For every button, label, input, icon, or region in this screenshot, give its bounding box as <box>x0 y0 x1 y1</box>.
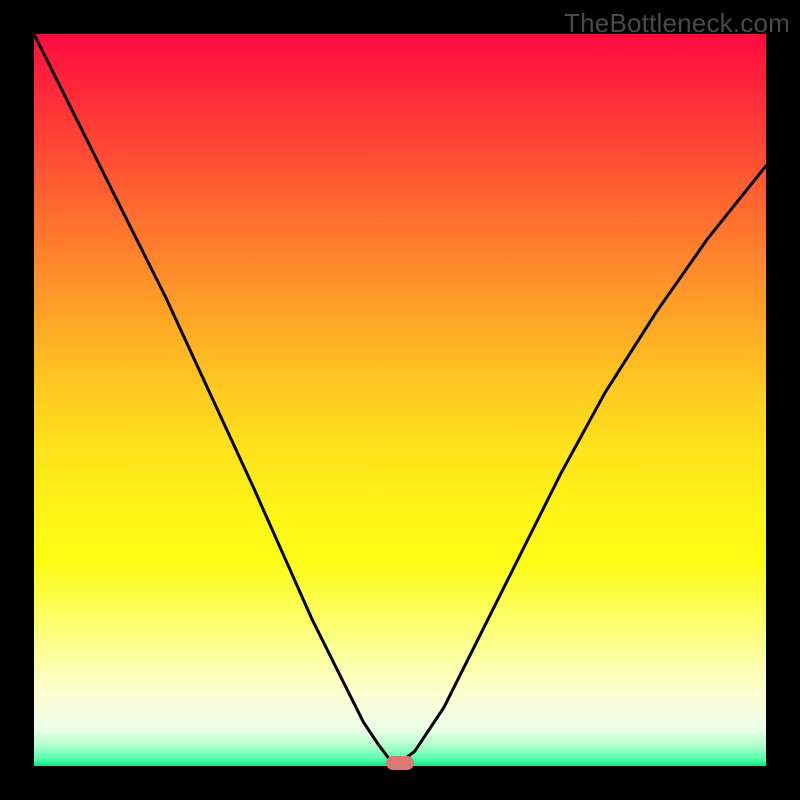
bottleneck-curve <box>34 34 766 766</box>
minimum-marker <box>386 756 414 770</box>
